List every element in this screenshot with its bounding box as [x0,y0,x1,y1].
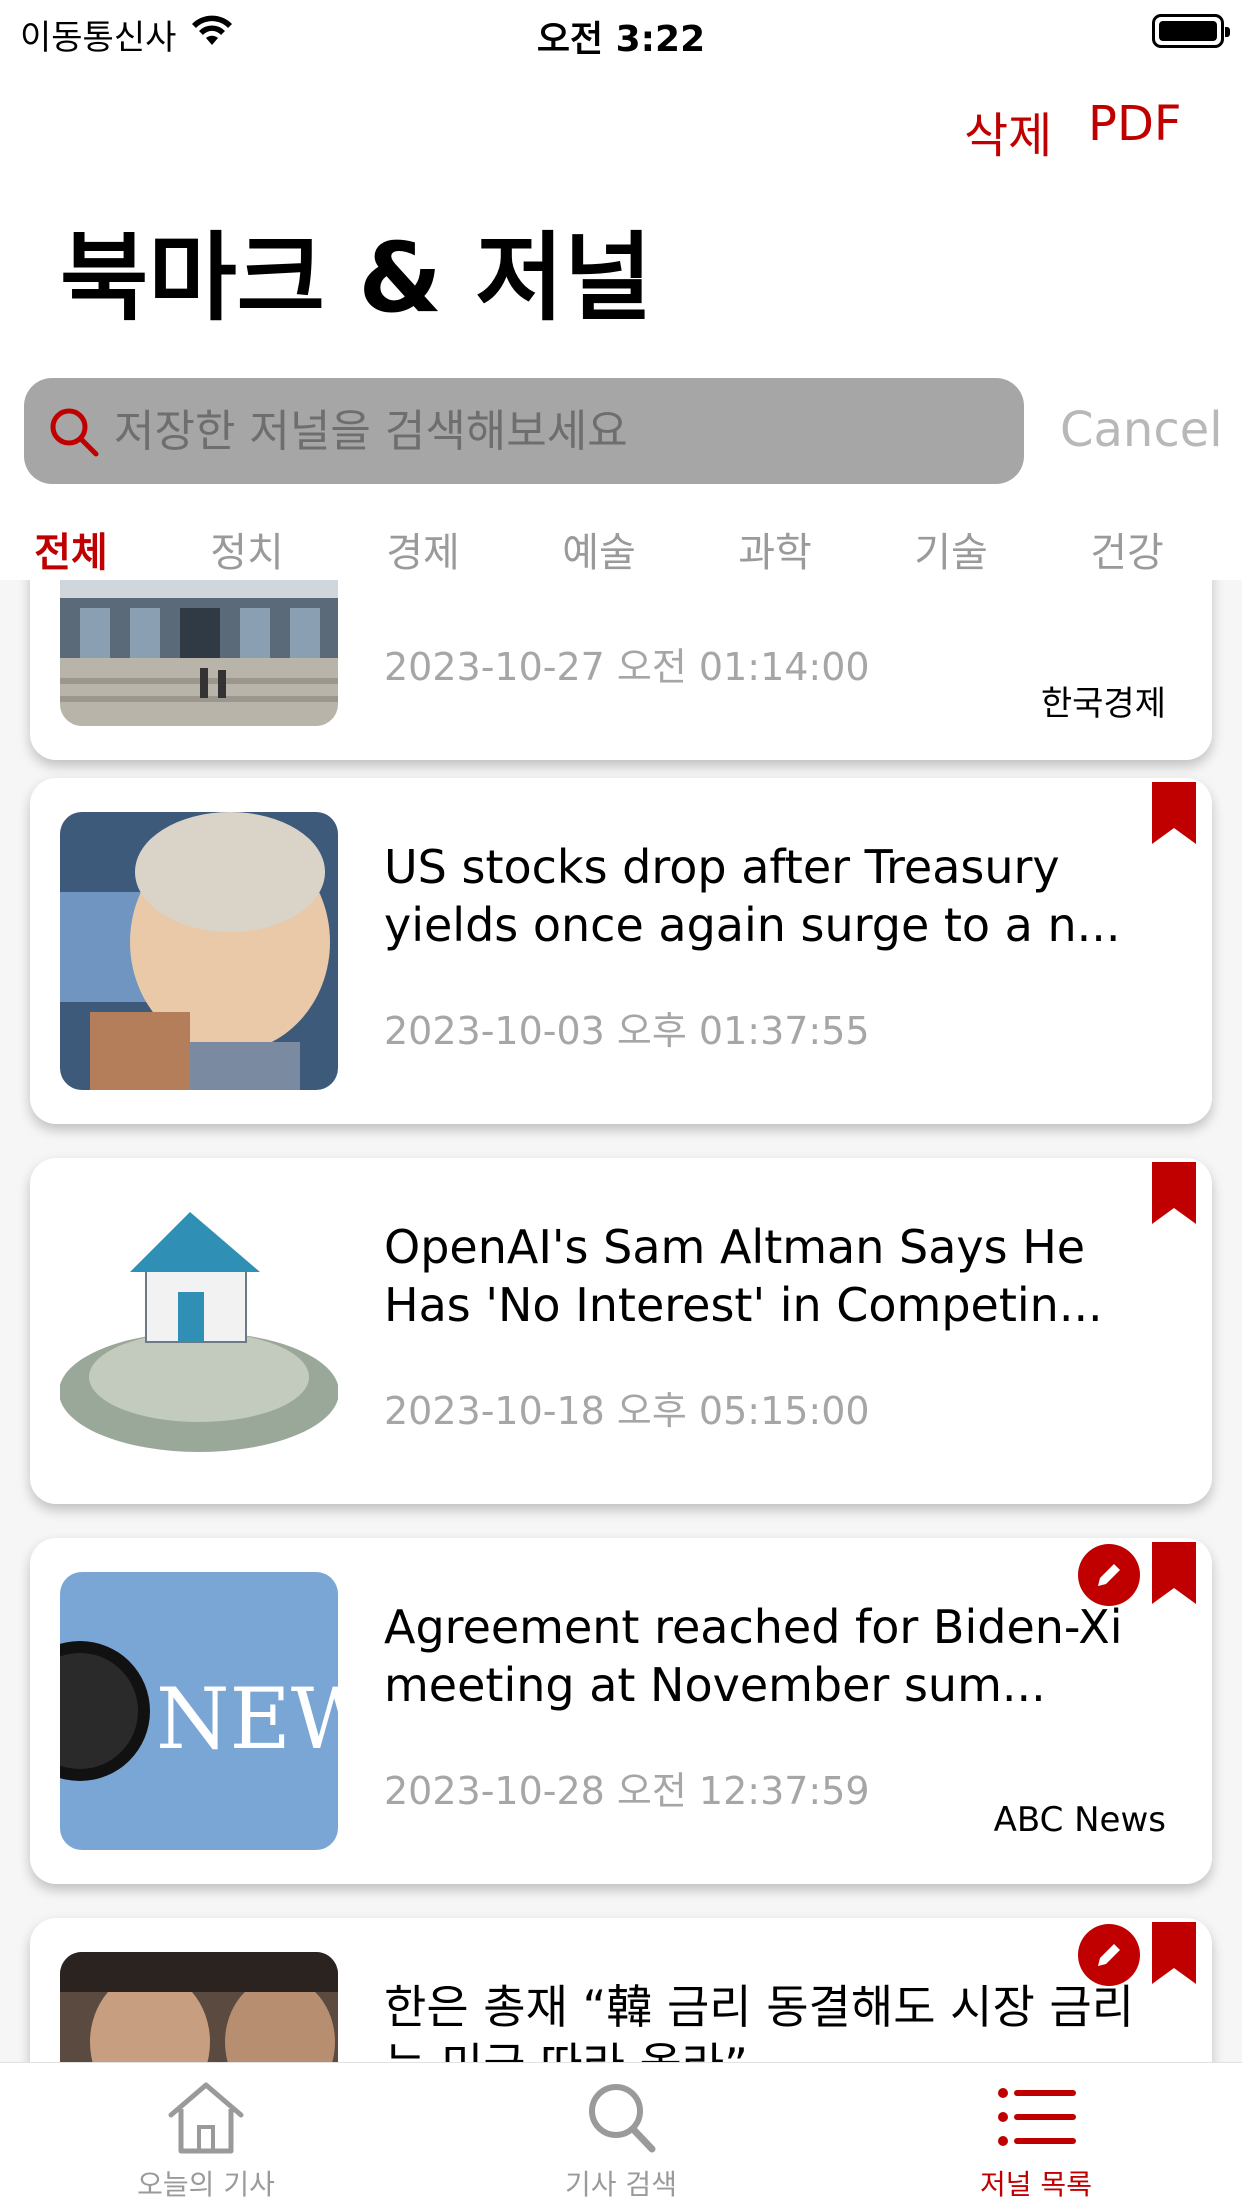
article-source: ABC News [993,1800,1166,1840]
search-input[interactable] [114,378,1004,484]
magnifier-icon [589,2084,656,2153]
tabbar-label: 기사 검색 [565,2168,677,2201]
tab-politics[interactable]: 정치 [182,520,312,578]
pencil-icon [1098,1564,1120,1586]
status-bar: 이동통신사 오전 3:22 [0,0,1242,62]
tabbar-item-today[interactable]: 오늘의 기사 [76,2077,336,2203]
article-thumbnail [60,1952,338,2062]
search-bar[interactable] [24,378,1024,484]
tabbar-label: 오늘의 기사 [137,2168,275,2201]
article-date: 2023-10-27 오전 01:14:00 [384,645,870,689]
pdf-button[interactable]: PDF [1088,96,1182,152]
article-card[interactable]: 한은 총재 “韓 금리 동결해도 시장 금리는 미국 따라 올라” [30,1918,1212,2062]
article-date: 2023-10-28 오전 12:37:59 [384,1769,870,1813]
article-date: 2023-10-03 오후 01:37:55 [384,1009,870,1053]
tab-technology[interactable]: 기술 [886,520,1016,578]
article-title: US stocks drop after Treasury yields onc… [384,840,1121,952]
page-title: 북마크 & 저널 [60,222,653,334]
article-card[interactable]: NEW Agreement reached for Biden-Xi meeti… [30,1538,1212,1884]
bookmark-icon[interactable] [1152,1922,1196,1984]
tab-science[interactable]: 과학 [710,520,840,578]
article-thumbnail [60,580,338,726]
bookmark-icon[interactable] [1152,782,1196,844]
article-list[interactable]: 2023-10-27 오전 01:14:00 한국경제 US stocks dr… [0,580,1242,2062]
article-card[interactable]: 2023-10-27 오전 01:14:00 한국경제 [30,580,1212,760]
tabbar-item-journal[interactable]: 저널 목록 [906,2077,1166,2203]
article-thumbnail [60,812,338,1090]
article-card[interactable]: OpenAI's Sam Altman Says He Has 'No Inte… [30,1158,1212,1504]
article-card[interactable]: US stocks drop after Treasury yields onc… [30,778,1212,1124]
tabbar-label: 저널 목록 [980,2168,1092,2201]
delete-button[interactable]: 삭제 [964,96,1052,166]
tab-arts[interactable]: 예술 [534,520,664,578]
list-icon [998,2088,1076,2146]
article-source: 한국경제 [1040,684,1166,724]
pencil-icon [1098,1944,1120,1966]
article-thumbnail: NEW [60,1572,338,1850]
tabbar-item-search[interactable]: 기사 검색 [491,2077,751,2203]
article-title: OpenAI's Sam Altman Says He Has 'No Inte… [384,1220,1103,1332]
article-date: 2023-10-18 오후 05:15:00 [384,1389,870,1433]
cancel-button[interactable]: Cancel [1060,402,1223,458]
house-icon [168,2082,244,2154]
tab-all[interactable]: 전체 [6,520,136,578]
article-title: 한은 총재 “韓 금리 동결해도 시장 금리는 미국 따라 올라” [384,1980,1135,2062]
article-title: Agreement reached for Biden-Xi meeting a… [384,1600,1123,1712]
bookmark-icon[interactable] [1152,1162,1196,1224]
bookmark-icon[interactable] [1152,1542,1196,1604]
journal-edit-button[interactable] [1078,1924,1140,1986]
battery-icon [1152,14,1230,48]
tab-bar: 오늘의 기사 기사 검색 저널 목록 [0,2062,1242,2208]
abc-news-logo-text: NEW [156,1670,338,1768]
article-thumbnail [60,1192,338,1470]
journal-edit-button[interactable] [1078,1544,1140,1606]
tab-economy[interactable]: 경제 [358,520,488,578]
search-icon [50,408,99,457]
status-time: 오전 3:22 [536,19,706,60]
category-tabs: 전체 정치 경제 예술 과학 기술 건강 [0,512,1242,580]
tab-health[interactable]: 건강 [1062,520,1192,578]
